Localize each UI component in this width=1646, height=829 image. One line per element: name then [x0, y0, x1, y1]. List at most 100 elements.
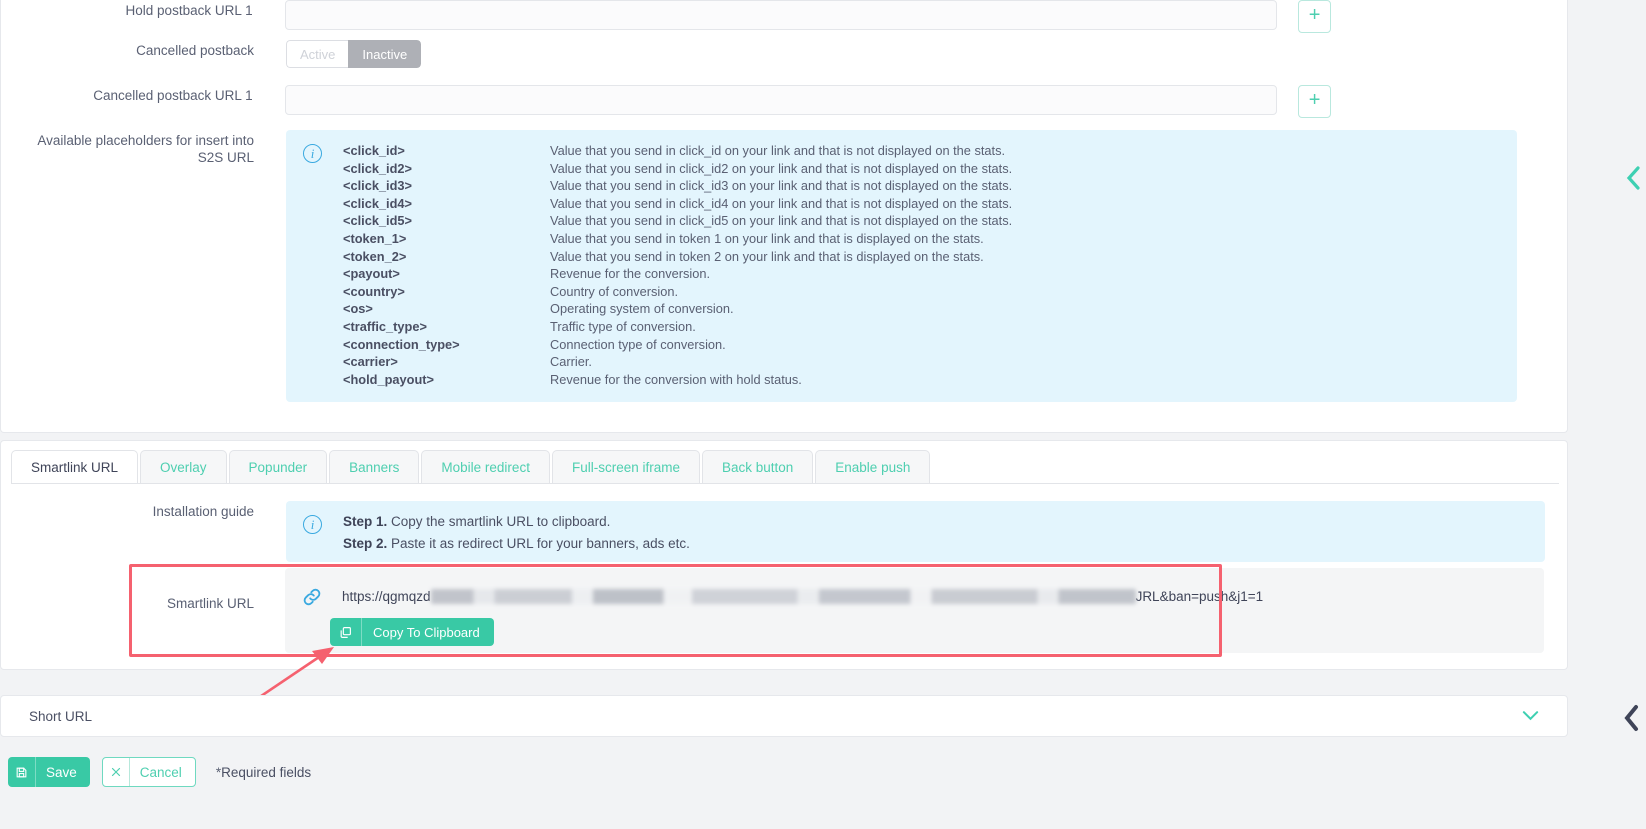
placeholder-token: <traffic_type> [343, 318, 427, 334]
guide-info-icon: i [303, 515, 322, 534]
sidebar-collapse-handle-top[interactable] [1626, 165, 1642, 194]
cancelled-postback-url-label: Cancelled postback URL 1 [93, 88, 253, 103]
placeholder-description: Country of conversion. [550, 283, 679, 299]
placeholder-token: <click_id> [343, 143, 405, 158]
hold-postback-url-input[interactable] [284, 0, 1278, 30]
tab-mobile-redirect[interactable]: Mobile redirect [421, 450, 550, 484]
guide-step-1-text: Copy the smartlink URL to clipboard. [387, 514, 611, 529]
placeholder-row: <token_2> Value that you send in token 2 … [343, 248, 1012, 266]
required-fields-note: *Required fields [216, 765, 311, 780]
placeholder-token: <carrier> [343, 354, 398, 370]
tab-popunder[interactable]: Popunder [228, 450, 328, 484]
tab-smartlink-url[interactable]: Smartlink URL [11, 450, 139, 484]
tab-label: Popunder [248, 460, 308, 475]
placeholder-row: <token_1> Value that you send in token 1 … [343, 230, 1012, 248]
placeholder-row: <click_id> Value that you send in click_i… [343, 142, 1012, 160]
tab-overlay[interactable]: Overlay [140, 450, 227, 484]
guide-step-1: Step 1. Copy the smartlink URL to clipbo… [343, 511, 690, 533]
placeholders-row: Available placeholders for insert into S… [1, 130, 1531, 402]
placeholders-info-box: i <click_id> Value that you send in click… [286, 130, 1517, 402]
placeholder-token: <connection_type> [343, 336, 460, 352]
placeholder-token: <click_id3> [343, 178, 413, 194]
page-root: Hold postback URL 1 + Cancelled postback… [0, 0, 1646, 829]
tab-full-screen-iframe[interactable]: Full-screen iframe [551, 450, 700, 484]
save-label: Save [46, 764, 77, 780]
toggle-option-inactive[interactable]: Inactive [348, 40, 422, 68]
placeholders-label-line2: S2S URL [197, 150, 254, 165]
tab-strip: Smartlink URL Overlay Popunder Banners Mobil… [11, 450, 931, 484]
guide-step-1-bold: Step 1. [343, 514, 388, 529]
installation-guide-row: Installation guide i Step 1. Copy the sm… [1, 501, 1551, 562]
form-footer: Save Cancel *Required fields [8, 757, 311, 787]
placeholders-table: <click_id> Value that you send in click_i… [343, 142, 1012, 388]
copy-icon [330, 618, 362, 646]
save-button[interactable]: Save [8, 757, 90, 787]
placeholder-description: Value that you send in click_id3 on your… [550, 178, 1013, 194]
tab-banners[interactable]: Banners [329, 450, 420, 484]
placeholder-token: <click_id4> [343, 195, 413, 211]
placeholder-description: Revenue for the conversion. [550, 266, 711, 282]
copy-to-clipboard-button[interactable]: Copy To Clipboard [330, 618, 494, 646]
link-icon [301, 586, 323, 608]
cancelled-postback-label: Cancelled postback [136, 43, 254, 58]
chevron-down-icon[interactable] [1522, 709, 1539, 724]
info-icon: i [303, 144, 322, 163]
tab-label: Banners [349, 460, 400, 475]
cancelled-postback-toggle[interactable]: Active Inactive [286, 40, 422, 68]
placeholder-description: Connection type of conversion. [550, 336, 726, 352]
placeholder-description: Value that you send in token 2 on your l… [550, 248, 984, 264]
placeholder-token: <payout> [343, 266, 400, 282]
placeholder-row: <os> Operating system of conversion. [343, 300, 1012, 318]
short-url-label: Short URL [29, 708, 93, 724]
smartlink-url-redacted [430, 589, 1136, 604]
add-cancelled-postback-url-button[interactable]: + [1298, 85, 1331, 118]
tab-label: Overlay [160, 460, 207, 475]
cancelled-postback-url-row: Cancelled postback URL 1 + [1, 85, 1331, 118]
copy-to-clipboard-label: Copy To Clipboard [373, 624, 480, 640]
required-fields-text: Required fields [221, 764, 312, 780]
guide-step-2: Step 2. Paste it as redirect URL for you… [343, 533, 690, 555]
placeholder-token: <token_2> [343, 248, 407, 264]
placeholder-description: Carrier. [550, 354, 592, 370]
placeholder-row: <click_id3> Value that you send in click_… [343, 177, 1012, 195]
cancelled-postback-url-input[interactable] [284, 85, 1278, 115]
close-x-icon [103, 758, 130, 786]
placeholder-description: Value that you send in click_id on your … [550, 143, 1006, 158]
cancel-button[interactable]: Cancel [101, 757, 196, 787]
placeholder-description: Value that you send in click_id2 on your… [550, 160, 1013, 176]
tab-back-button[interactable]: Back button [701, 450, 814, 484]
floppy-disk-icon [8, 757, 36, 787]
placeholder-token: <hold_payout> [343, 371, 435, 387]
toggle-option-active[interactable]: Active [286, 40, 349, 68]
tab-enable-push[interactable]: Enable push [815, 450, 931, 484]
smartlink-url-suffix: JRL&ban=push&j1=1 [1135, 589, 1264, 604]
placeholder-row: <carrier> Carrier. [343, 353, 1012, 371]
placeholder-token: <country> [343, 283, 405, 299]
placeholder-row: <connection_type> Connection type of conv… [343, 336, 1012, 354]
tab-underline [11, 483, 1559, 484]
placeholder-token: <click_id2> [343, 160, 413, 176]
placeholder-row: <traffic_type> Traffic type of conversion… [343, 318, 1012, 336]
placeholder-description: Value that you send in click_id5 on your… [550, 213, 1013, 229]
smartlink-url-value-box: https://qgmqzd JRL&ban=push&j1=1 Copy To … [285, 568, 1544, 653]
placeholder-row: <country> Country of conversion. [343, 283, 1012, 301]
placeholder-description: Value that you send in click_id4 on your… [550, 195, 1013, 211]
hold-postback-url-row: Hold postback URL 1 + [1, 0, 1331, 33]
tab-label: Mobile redirect [441, 460, 530, 475]
tab-label: Full-screen iframe [571, 460, 680, 475]
placeholder-token: <click_id5> [343, 213, 413, 229]
placeholder-row: <hold_payout> Revenue for the conversion … [343, 371, 1012, 389]
placeholder-description: Value that you send in token 1 on your l… [550, 230, 984, 246]
postback-settings-card: Hold postback URL 1 + Cancelled postback… [0, 0, 1568, 433]
placeholder-row: <click_id4> Value that you send in click_… [343, 195, 1012, 213]
add-hold-postback-url-button[interactable]: + [1298, 0, 1331, 33]
smartlink-url-label: Smartlink URL [166, 596, 254, 611]
installation-guide-box: i Step 1. Copy the smartlink URL to clip… [286, 501, 1545, 562]
sidebar-collapse-handle-bottom[interactable] [1622, 703, 1642, 736]
placeholder-description: Revenue for the conversion with hold sta… [550, 371, 802, 387]
guide-step-2-bold: Step 2. [343, 536, 388, 551]
tab-label: Smartlink URL [31, 460, 119, 475]
short-url-section[interactable]: Short URL [0, 695, 1568, 737]
tab-label: Enable push [835, 460, 911, 475]
smartlink-url-text: https://qgmqzd JRL&ban=push&j1=1 [342, 589, 1263, 604]
